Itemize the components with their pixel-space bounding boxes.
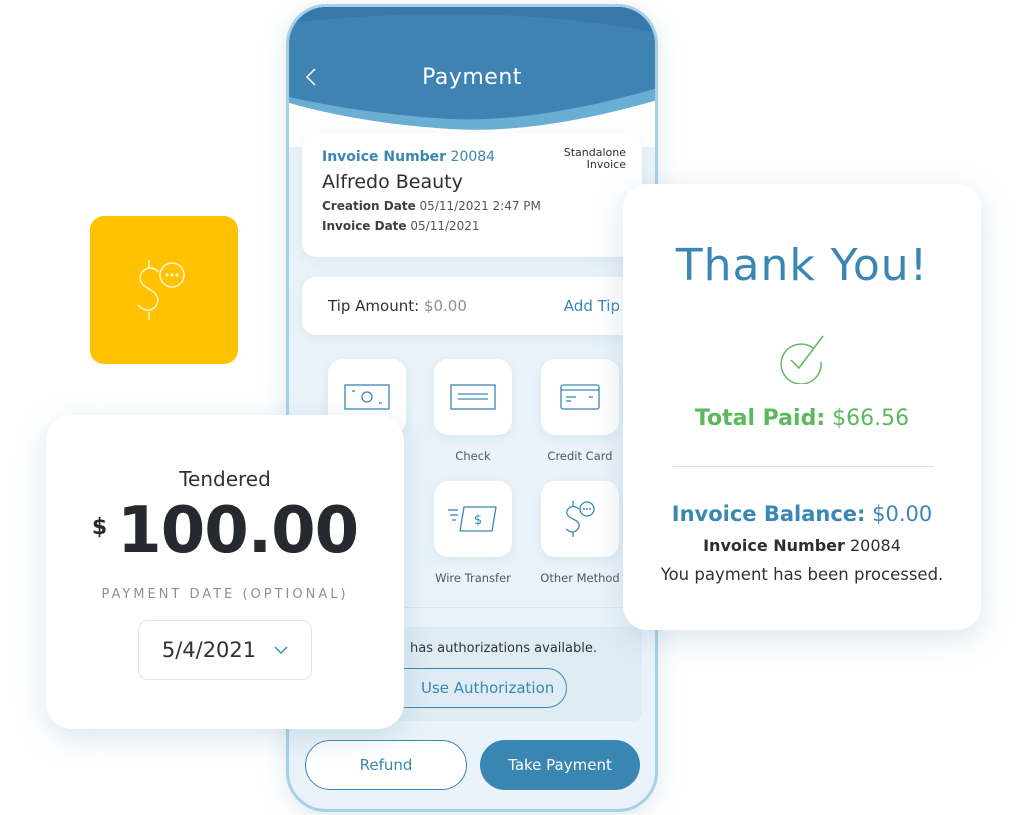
method-other[interactable]: Other Method bbox=[539, 481, 621, 585]
invoice-type-line2: Invoice bbox=[586, 158, 626, 171]
tendered-label: Tendered bbox=[179, 467, 271, 491]
method-label: Credit Card bbox=[547, 449, 613, 463]
total-paid-label: Total Paid: bbox=[694, 406, 826, 431]
confirmation-invoice-number-label: Invoice Number bbox=[703, 536, 845, 555]
tip-card: Tip Amount: $0.00 Add Tip bbox=[302, 277, 642, 335]
refund-button[interactable]: Refund bbox=[305, 740, 467, 790]
payment-date-select[interactable]: 5/4/2021 bbox=[138, 620, 312, 680]
invoice-balance-value: $0.00 bbox=[872, 502, 933, 526]
invoice-balance-label: Invoice Balance: bbox=[671, 502, 866, 526]
tendered-amount-value: 100.00 bbox=[117, 494, 359, 568]
creation-date: Creation Date 05/11/2021 2:47 PM bbox=[322, 199, 622, 213]
cash-icon bbox=[344, 384, 390, 410]
customer-name: Alfredo Beauty bbox=[322, 171, 463, 193]
thank-you-card: Thank You! Total Paid: $66.56 Invoice Ba… bbox=[623, 184, 981, 630]
add-tip-link[interactable]: Add Tip bbox=[564, 297, 620, 315]
tip-amount: Tip Amount: $0.00 bbox=[328, 297, 467, 315]
tip-amount-label: Tip Amount bbox=[328, 297, 415, 315]
tendered-card: Tendered $ 100.00 PAYMENT DATE (OPTIONAL… bbox=[46, 415, 404, 729]
credit-card-icon bbox=[560, 384, 600, 410]
tip-amount-value: $0.00 bbox=[423, 297, 467, 315]
wire-transfer-icon: $ bbox=[448, 506, 497, 532]
payment-header: Payment bbox=[289, 7, 655, 147]
authorization-text: has authorizations available. bbox=[410, 641, 597, 656]
confirmation-invoice-number: Invoice Number 20084 bbox=[623, 536, 981, 555]
thank-you-title: Thank You! bbox=[675, 240, 929, 291]
svg-text:$: $ bbox=[474, 513, 482, 528]
check-circle-icon bbox=[780, 335, 824, 384]
invoice-date-label: Invoice Date bbox=[322, 219, 407, 233]
method-tile bbox=[541, 359, 619, 435]
method-wire-transfer[interactable]: $ Wire Transfer bbox=[432, 481, 514, 585]
invoice-card: Invoice Number 20084 Standalone Invoice … bbox=[302, 133, 642, 257]
method-label: Wire Transfer bbox=[435, 571, 511, 585]
use-authorization-button[interactable]: Use Authorization bbox=[382, 668, 567, 708]
invoice-date-value: 05/11/2021 bbox=[410, 219, 480, 233]
tip-separator: : bbox=[414, 297, 420, 315]
invoice-number-value: 20084 bbox=[450, 149, 496, 165]
method-tile: $ bbox=[434, 481, 512, 557]
currency-symbol: $ bbox=[91, 515, 108, 540]
method-tile bbox=[541, 481, 619, 557]
check-icon bbox=[450, 384, 496, 410]
dollar-chat-icon bbox=[137, 260, 185, 320]
invoice-type: Standalone Invoice bbox=[564, 147, 626, 171]
creation-date-value: 05/11/2021 2:47 PM bbox=[419, 199, 541, 213]
method-check[interactable]: Check bbox=[432, 359, 514, 463]
tendered-amount: $ 100.00 bbox=[46, 493, 404, 569]
confirmation-message: You payment has been processed. bbox=[660, 565, 944, 584]
invoice-number-label: Invoice Number bbox=[322, 149, 447, 165]
method-credit-card[interactable]: Credit Card bbox=[539, 359, 621, 463]
chevron-down-icon bbox=[274, 646, 288, 654]
take-payment-button[interactable]: Take Payment bbox=[480, 740, 640, 790]
payment-date-label: PAYMENT DATE (OPTIONAL) bbox=[101, 587, 349, 602]
page-title: Payment bbox=[422, 65, 522, 90]
total-paid-value: $66.56 bbox=[832, 406, 910, 431]
other-method-icon bbox=[565, 501, 595, 537]
invoice-balance: Invoice Balance: $0.00 bbox=[623, 502, 981, 526]
method-tile bbox=[434, 359, 512, 435]
creation-date-label: Creation Date bbox=[322, 199, 416, 213]
payment-date-value: 5/4/2021 bbox=[161, 638, 257, 662]
method-label: Other Method bbox=[540, 571, 620, 585]
divider bbox=[673, 466, 934, 467]
feature-tile bbox=[90, 216, 238, 364]
total-paid: Total Paid: $66.56 bbox=[623, 406, 981, 431]
confirmation-invoice-number-value: 20084 bbox=[850, 536, 901, 555]
invoice-date: Invoice Date 05/11/2021 bbox=[322, 219, 622, 233]
method-label: Check bbox=[455, 449, 491, 463]
